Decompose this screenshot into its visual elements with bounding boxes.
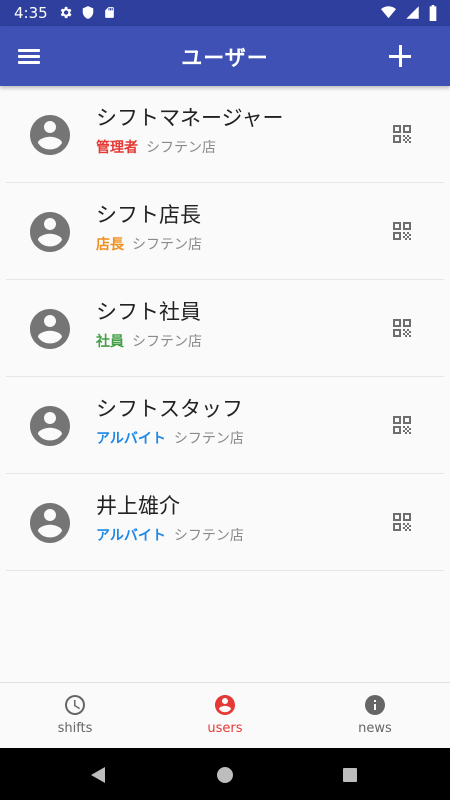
role-badge: 社員 xyxy=(96,334,124,350)
battery-icon xyxy=(429,5,437,21)
qr-code-icon[interactable] xyxy=(390,122,414,146)
account-circle-icon xyxy=(30,503,70,543)
bottom-navigation: shifts users news xyxy=(0,682,450,749)
wifi-icon xyxy=(381,6,396,19)
qr-code-icon[interactable] xyxy=(390,510,414,534)
sd-card-icon xyxy=(105,7,114,18)
recents-icon[interactable] xyxy=(340,765,360,785)
user-name: シフトマネージャー xyxy=(96,106,284,130)
user-name: シフト社員 xyxy=(96,300,201,324)
shield-icon xyxy=(82,6,94,19)
qr-code-icon[interactable] xyxy=(390,316,414,340)
role-badge: 管理者 xyxy=(96,140,138,156)
store-name: シフテン店 xyxy=(132,237,202,253)
list-item[interactable]: シフト店長 店長 シフテン店 xyxy=(6,183,444,280)
home-icon[interactable] xyxy=(215,765,235,785)
account-circle-icon xyxy=(30,115,70,155)
account-circle-icon xyxy=(30,309,70,349)
user-name: 井上雄介 xyxy=(96,494,180,518)
user-name: シフトスタッフ xyxy=(96,397,243,421)
info-icon xyxy=(365,695,385,715)
account-circle-icon xyxy=(30,406,70,446)
user-name: シフト店長 xyxy=(96,203,201,227)
list-item[interactable]: シフトマネージャー 管理者 シフテン店 xyxy=(6,86,444,183)
settings-icon xyxy=(60,6,72,19)
add-user-button[interactable] xyxy=(386,42,414,70)
user-list: シフトマネージャー 管理者 シフテン店 シフト店長 店長 シフテン店 シフト社員 社… xyxy=(0,86,450,571)
qr-code-icon[interactable] xyxy=(390,219,414,243)
qr-code-icon[interactable] xyxy=(390,413,414,437)
role-badge: 店長 xyxy=(96,237,124,253)
store-name: シフテン店 xyxy=(173,528,244,544)
clock-icon xyxy=(65,695,85,715)
nav-item-news[interactable]: news xyxy=(300,683,450,749)
status-time: 4:35 xyxy=(14,4,48,22)
account-circle-icon xyxy=(30,212,70,252)
page-title: ユーザー xyxy=(181,46,269,70)
app-bar: ユーザー xyxy=(0,26,450,86)
signal-icon xyxy=(406,6,419,19)
role-badge: アルバイト xyxy=(96,528,166,544)
store-name: シフテン店 xyxy=(173,431,244,447)
store-name: シフテン店 xyxy=(146,140,216,156)
list-item[interactable]: 井上雄介 アルバイト シフテン店 xyxy=(6,474,444,571)
system-navigation-bar xyxy=(0,748,450,800)
role-badge: アルバイト xyxy=(96,431,166,447)
status-bar: 4:35 xyxy=(0,0,450,26)
nav-item-users[interactable]: users xyxy=(150,683,300,749)
account-circle-icon xyxy=(215,695,235,715)
nav-label-news: news xyxy=(358,721,392,736)
back-icon[interactable] xyxy=(88,765,108,785)
nav-label-shifts: shifts xyxy=(57,721,93,736)
list-item[interactable]: シフト社員 社員 シフテン店 xyxy=(6,280,444,377)
store-name: シフテン店 xyxy=(132,334,202,350)
list-item[interactable]: シフトスタッフ アルバイト シフテン店 xyxy=(6,377,444,474)
nav-label-users: users xyxy=(207,721,243,736)
nav-item-shifts[interactable]: shifts xyxy=(0,683,150,749)
